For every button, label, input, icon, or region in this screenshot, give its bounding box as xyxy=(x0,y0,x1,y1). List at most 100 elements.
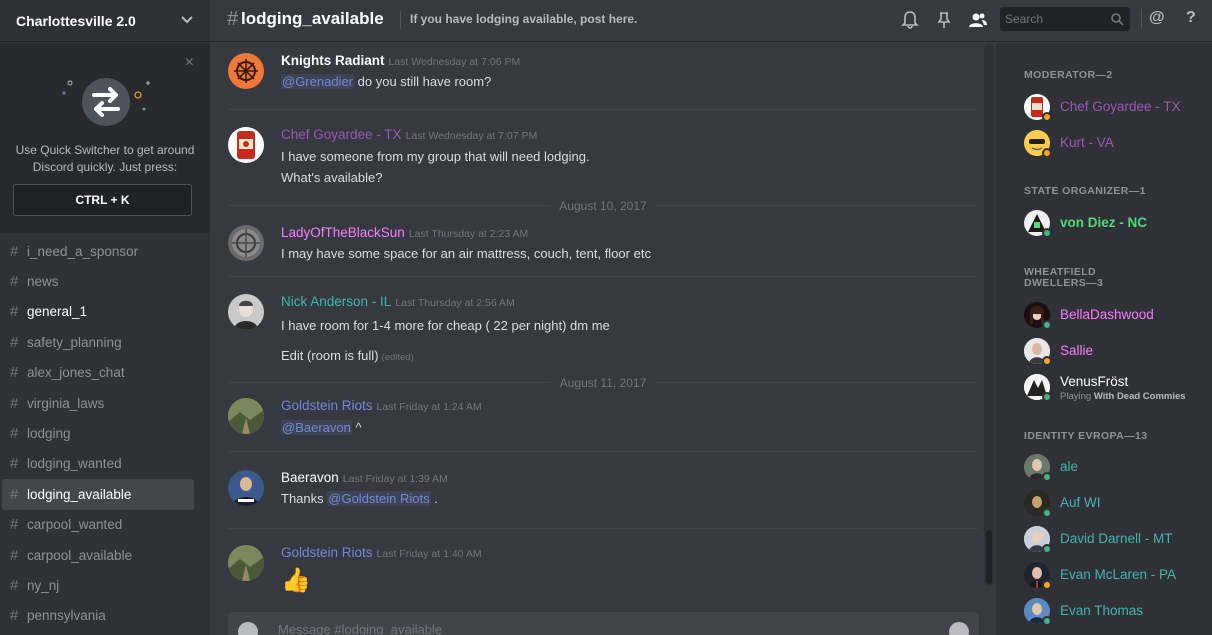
channel-item-virginia-laws[interactable]: # virginia_laws xyxy=(2,388,194,418)
message-scrollbar[interactable] xyxy=(984,44,994,586)
member-item[interactable]: Kurt - VA xyxy=(1024,130,1209,162)
member-item[interactable]: Chef Goyardee - TX xyxy=(1024,94,1209,126)
channel-item-alex-jones-chat[interactable]: # alex_jones_chat xyxy=(2,358,194,388)
member-item[interactable]: Evan McLaren - PA xyxy=(1024,562,1209,594)
message: Goldstein Riots Last Friday at 1:24 AM @B… xyxy=(228,398,978,448)
author-name[interactable]: Goldstein Riots xyxy=(281,398,373,413)
member-name: ale xyxy=(1060,459,1079,474)
author-name[interactable]: LadyOfTheBlackSun xyxy=(281,225,405,240)
member-item[interactable]: David Darnell - MT xyxy=(1024,526,1209,558)
author-name[interactable]: Nick Anderson - IL xyxy=(281,294,391,309)
member-item[interactable]: Sallie xyxy=(1024,338,1209,370)
activity-game: With Dead Commies xyxy=(1093,391,1186,402)
message: LadyOfTheBlackSun Last Thursday at 2:23 A… xyxy=(228,225,978,275)
upload-plus-icon[interactable] xyxy=(238,622,258,635)
hash-icon: # xyxy=(10,516,19,534)
member-item[interactable]: ale xyxy=(1024,454,1209,486)
avatar[interactable] xyxy=(228,53,264,89)
channel-item-lodging-wanted[interactable]: # lodging_wanted xyxy=(2,449,194,479)
channel-list: # i_need_a_sponsor # news # general_1 # safe… xyxy=(0,236,210,631)
avatar[interactable] xyxy=(228,545,264,581)
hash-icon: # xyxy=(10,364,19,382)
at-icon[interactable]: @ xyxy=(1149,9,1165,27)
channel-item-carpool-available[interactable]: # carpool_available xyxy=(2,540,194,570)
landscape-icon xyxy=(228,398,264,434)
avatar[interactable] xyxy=(228,294,264,330)
close-icon[interactable]: × xyxy=(185,55,194,71)
scrollbar-thumb[interactable] xyxy=(986,530,992,584)
message-author[interactable]: Nick Anderson - IL Last Thursday at 2:56 … xyxy=(281,294,515,309)
pin-icon[interactable] xyxy=(934,10,954,30)
channel-label: news xyxy=(27,274,59,290)
message-text: do you still have room? xyxy=(357,74,492,89)
channel-item-ny-nj[interactable]: # ny_nj xyxy=(2,570,194,600)
author-name[interactable]: Chef Goyardee - TX xyxy=(281,127,402,142)
date-label: August 10, 2017 xyxy=(559,199,647,213)
channel-item-news[interactable]: # news xyxy=(2,266,194,296)
server-header[interactable]: Charlottesville 2.0 xyxy=(0,0,210,42)
user-mention[interactable]: @Goldstein Riots xyxy=(327,491,431,506)
user-mention[interactable]: @Baeravon xyxy=(281,420,352,435)
status-idle xyxy=(1042,148,1052,158)
hash-icon: # xyxy=(227,8,239,30)
search-input[interactable] xyxy=(1000,7,1100,31)
member-item[interactable]: BellaDashwood xyxy=(1024,302,1209,334)
author-name[interactable]: Goldstein Riots xyxy=(281,545,373,560)
message-author[interactable]: Goldstein Riots Last Friday at 1:40 AM xyxy=(281,545,482,560)
members-icon[interactable] xyxy=(968,10,988,30)
role-header: STATE ORGANIZER—1 xyxy=(1024,185,1146,197)
channel-item-safety-planning[interactable]: # safety_planning xyxy=(2,327,194,357)
message-author[interactable]: Goldstein Riots Last Friday at 1:24 AM xyxy=(281,398,482,413)
message-author[interactable]: Chef Goyardee - TX Last Wednesday at 7:07… xyxy=(281,127,537,142)
portrait-icon xyxy=(234,300,258,330)
avatar[interactable] xyxy=(228,225,264,261)
header-divider xyxy=(400,11,401,29)
channel-sidebar: Charlottesville 2.0 × Use Quick Switcher… xyxy=(0,0,210,635)
author-name[interactable]: Baeravon xyxy=(281,470,339,485)
role-header: WHEATFIELD DWELLERS—3 xyxy=(1024,266,1104,289)
avatar[interactable] xyxy=(228,398,264,434)
message-author[interactable]: Baeravon Last Friday at 1:39 AM xyxy=(281,470,448,485)
message-timestamp: Last Friday at 1:24 AM xyxy=(376,401,482,413)
member-item[interactable]: von Diez - NC xyxy=(1024,210,1209,242)
channel-label: carpool_available xyxy=(27,547,133,563)
member-item[interactable]: Auf WI xyxy=(1024,490,1209,522)
message-timestamp: Last Thursday at 2:56 AM xyxy=(395,297,515,309)
user-mention[interactable]: @Grenadier xyxy=(281,74,355,89)
help-icon[interactable]: ? xyxy=(1186,9,1196,27)
channel-item-pennsylvania[interactable]: # pennsylvania xyxy=(2,601,194,631)
message-author[interactable]: Knights Radiant Last Wednesday at 7:06 PM xyxy=(281,53,520,68)
channel-item-i-need-a-sponsor[interactable]: # i_need_a_sponsor xyxy=(2,236,194,266)
search-icon xyxy=(1111,13,1124,26)
member-item[interactable]: VenusFröst Playing With Dead Commies xyxy=(1024,374,1209,406)
channel-item-lodging-available[interactable]: # lodging_available xyxy=(2,479,194,510)
message-text: . xyxy=(434,491,438,506)
message-author[interactable]: LadyOfTheBlackSun Last Thursday at 2:23 A… xyxy=(281,225,528,240)
channel-item-lodging[interactable]: # lodging xyxy=(2,418,194,448)
message: Chef Goyardee - TX Last Wednesday at 7:07… xyxy=(228,127,978,187)
bell-icon[interactable] xyxy=(900,10,920,30)
channel-label: lodging_available xyxy=(27,486,132,502)
emoji-picker-icon[interactable] xyxy=(949,622,969,635)
discord-window: Charlottesville 2.0 × Use Quick Switcher… xyxy=(0,0,1212,635)
hash-icon: # xyxy=(10,242,19,260)
channel-label: ny_nj xyxy=(27,577,60,593)
avatar[interactable] xyxy=(228,470,264,506)
hash-icon: # xyxy=(10,394,19,412)
avatar[interactable] xyxy=(228,127,264,163)
message-input[interactable] xyxy=(278,622,878,635)
message-timestamp: Last Friday at 1:39 AM xyxy=(342,473,448,485)
search-box[interactable] xyxy=(1000,7,1130,31)
can-icon xyxy=(237,131,255,159)
channel-topic: If you have lodging available, post here… xyxy=(410,12,638,26)
channel-item-carpool-wanted[interactable]: # carpool_wanted xyxy=(2,510,194,540)
date-divider: August 11, 2017 xyxy=(228,376,978,390)
channel-item-general-1[interactable]: # general_1 xyxy=(2,297,194,327)
portrait-icon xyxy=(228,470,264,506)
quick-switcher-shortcut[interactable]: CTRL + K xyxy=(13,184,192,216)
author-name[interactable]: Knights Radiant xyxy=(281,53,385,68)
message-content: @Baeravon ^ xyxy=(281,420,362,435)
member-list: MODERATOR—2 Chef Goyardee - TX Kurt - VA… xyxy=(996,43,1212,635)
server-name: Charlottesville 2.0 xyxy=(16,12,136,29)
member-item[interactable]: Evan Thomas xyxy=(1024,598,1209,630)
